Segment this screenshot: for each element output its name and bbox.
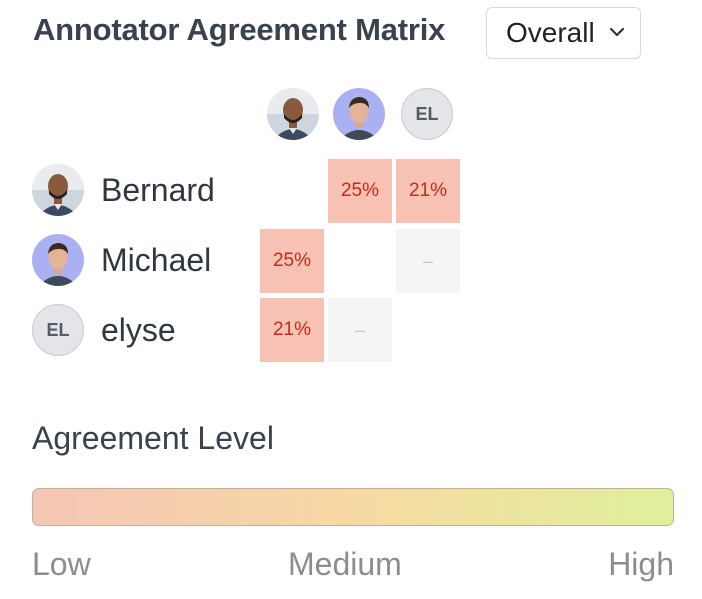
agreement-cell-empty: – — [396, 229, 460, 293]
row-avatar-michael — [32, 234, 84, 286]
chevron-down-icon — [609, 27, 625, 37]
legend-low-label: Low — [32, 546, 91, 582]
column-avatar-michael — [333, 88, 385, 140]
agreement-cell[interactable]: 21% — [396, 159, 460, 223]
legend-high-label: High — [608, 546, 674, 582]
overall-filter-select[interactable]: Overall — [486, 7, 641, 59]
column-avatar-bernard — [267, 88, 319, 140]
legend-medium-label: Medium — [288, 546, 402, 582]
column-avatar-elyse: EL — [401, 88, 453, 140]
legend-title: Agreement Level — [32, 420, 274, 456]
agreement-cell[interactable]: 21% — [260, 298, 324, 362]
row-name-michael: Michael — [101, 242, 212, 278]
row-name-elyse: elyse — [101, 312, 176, 348]
page-title: Annotator Agreement Matrix — [33, 12, 446, 47]
row-avatar-elyse: EL — [32, 304, 84, 356]
row-name-bernard: Bernard — [101, 172, 215, 208]
row-avatar-bernard — [32, 164, 84, 216]
agreement-gradient-bar — [32, 488, 674, 526]
filter-selected-value: Overall — [506, 17, 595, 48]
agreement-cell[interactable]: 25% — [260, 229, 324, 293]
agreement-cell[interactable]: 25% — [328, 159, 392, 223]
agreement-cell-empty: – — [328, 298, 392, 362]
